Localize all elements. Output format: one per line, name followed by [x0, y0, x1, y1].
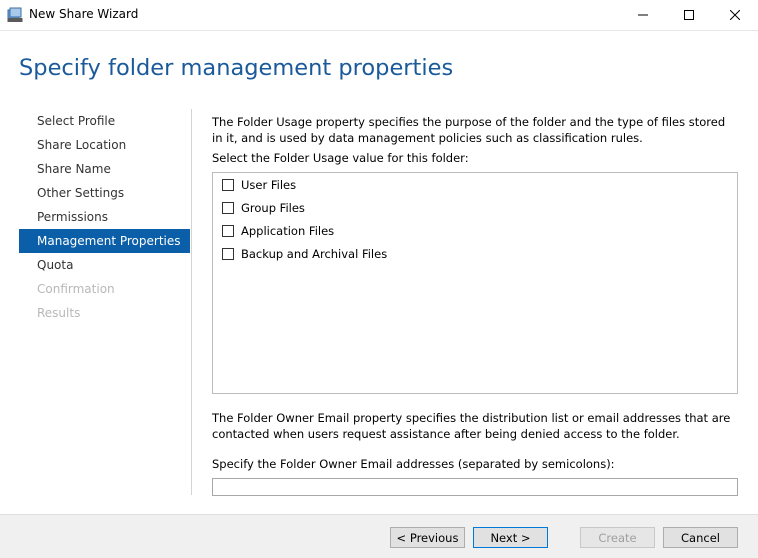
nav-item-share-location[interactable]: Share Location [19, 133, 190, 157]
nav-item-permissions[interactable]: Permissions [19, 205, 190, 229]
close-icon [730, 10, 740, 20]
checkbox[interactable] [222, 225, 234, 237]
nav-item-results: Results [37, 306, 81, 320]
checkbox[interactable] [222, 202, 234, 214]
usage-option-backup-archival-files[interactable]: Backup and Archival Files [222, 245, 387, 263]
nav-divider [191, 109, 192, 495]
create-button: Create [580, 527, 655, 548]
minimize-icon [638, 14, 648, 16]
cancel-button[interactable]: Cancel [663, 527, 738, 548]
window-title: New Share Wizard [29, 7, 139, 21]
owner-email-input[interactable] [212, 478, 738, 496]
usage-option-application-files[interactable]: Application Files [222, 222, 334, 240]
nav-item-management-properties[interactable]: Management Properties [19, 229, 190, 253]
main-content: The Folder Usage property specifies the … [212, 114, 738, 166]
folder-usage-label: Select the Folder Usage value for this f… [212, 151, 469, 165]
page-title: Specify folder management properties [19, 55, 454, 81]
share-wizard-icon [7, 7, 23, 23]
folder-usage-description: The Folder Usage property specifies the … [212, 115, 726, 145]
checkbox[interactable] [222, 248, 234, 260]
folder-usage-list: User Files Group Files Application Files… [212, 172, 738, 394]
usage-option-label: Group Files [241, 201, 305, 215]
wizard-footer: < Previous Next > Create Cancel [0, 514, 758, 558]
folder-owner-description: The Folder Owner Email property specifie… [212, 411, 731, 441]
nav-item-other-settings[interactable]: Other Settings [19, 181, 190, 205]
minimize-button[interactable] [620, 0, 666, 30]
maximize-button[interactable] [666, 0, 712, 30]
usage-option-label: Backup and Archival Files [241, 247, 388, 261]
close-button[interactable] [712, 0, 758, 30]
checkbox[interactable] [222, 179, 234, 191]
maximize-icon [684, 10, 694, 20]
nav-item-select-profile[interactable]: Select Profile [19, 109, 190, 133]
nav-item-share-name[interactable]: Share Name [19, 157, 190, 181]
usage-option-label: Application Files [241, 224, 335, 238]
title-bar: New Share Wizard [0, 0, 758, 31]
usage-option-group-files[interactable]: Group Files [222, 199, 305, 217]
nav-item-quota[interactable]: Quota [19, 253, 190, 277]
wizard-steps-nav: Select Profile Share Location Share Name… [19, 109, 190, 325]
next-button[interactable]: Next > [473, 527, 548, 548]
owner-email-label: Specify the Folder Owner Email addresses… [212, 457, 615, 471]
nav-item-confirmation: Confirmation [37, 282, 115, 296]
previous-button[interactable]: < Previous [390, 527, 465, 548]
usage-option-user-files[interactable]: User Files [222, 176, 296, 194]
usage-option-label: User Files [241, 178, 297, 192]
